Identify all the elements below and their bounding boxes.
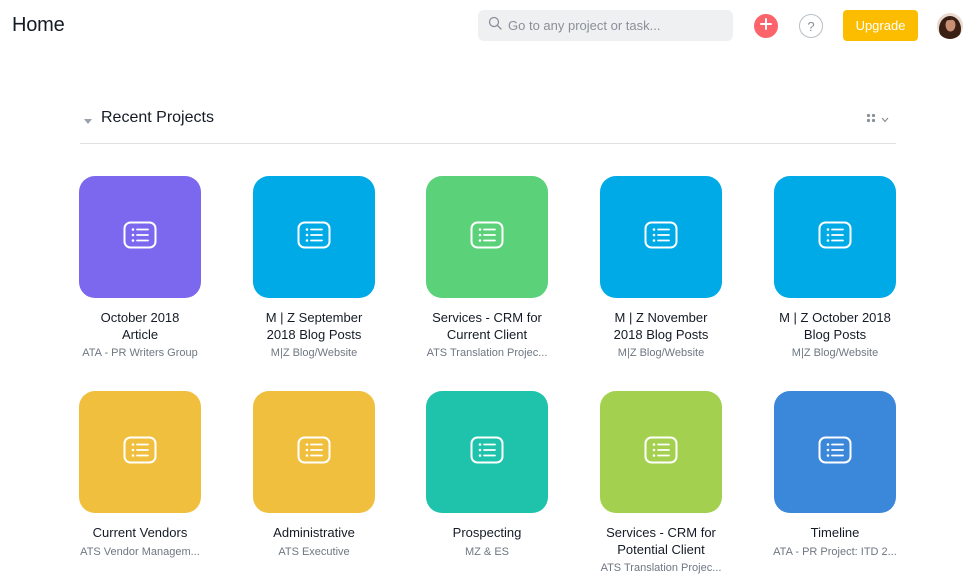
- project-name-line2[interactable]: 2018 Blog Posts: [234, 326, 394, 343]
- project-name[interactable]: Services - CRM for: [407, 309, 567, 326]
- help-icon: ?: [807, 18, 815, 34]
- project-name[interactable]: Current Vendors: [60, 524, 220, 541]
- quick-add-button[interactable]: [754, 14, 778, 38]
- project-team: MZ & ES: [464, 546, 509, 558]
- project-name-line2[interactable]: 2018 Blog Posts: [581, 326, 741, 343]
- project-name[interactable]: Services - CRM for: [581, 524, 741, 541]
- project-list-icon: [123, 221, 157, 254]
- top-bar: Home ? Upgrade: [0, 0, 974, 52]
- project-team: ATS Translation Projec...: [600, 562, 722, 574]
- plus-icon: [760, 17, 772, 35]
- project-name-line2[interactable]: Article: [60, 326, 220, 343]
- project-name[interactable]: October 2018: [60, 309, 220, 326]
- project-tile[interactable]: [600, 176, 722, 298]
- grid-icon: [866, 110, 876, 128]
- project-tile[interactable]: [774, 391, 896, 513]
- project-tile[interactable]: [426, 391, 548, 513]
- project-name[interactable]: M | Z November: [581, 309, 741, 326]
- search-icon: [488, 16, 508, 35]
- collapse-triangle-icon[interactable]: [82, 114, 94, 126]
- project-list-icon: [123, 436, 157, 469]
- project-list-icon: [470, 436, 504, 469]
- project-team: M|Z Blog/Website: [270, 347, 358, 359]
- section-title: Recent Projects: [101, 109, 214, 126]
- project-name-line2[interactable]: Blog Posts: [755, 326, 915, 343]
- project-list-icon: [644, 221, 678, 254]
- project-list-icon: [470, 221, 504, 254]
- project-name-line2[interactable]: Potential Client: [581, 541, 741, 558]
- project-tile[interactable]: [426, 176, 548, 298]
- project-name[interactable]: Timeline: [755, 524, 915, 541]
- project-name-line2[interactable]: Current Client: [407, 326, 567, 343]
- project-name[interactable]: Prospecting: [407, 524, 567, 541]
- project-tile[interactable]: [79, 391, 201, 513]
- project-tile[interactable]: [600, 391, 722, 513]
- project-tile[interactable]: [79, 176, 201, 298]
- search-bar[interactable]: [478, 10, 733, 41]
- avatar[interactable]: [937, 13, 963, 39]
- project-team: ATS Executive: [278, 546, 350, 558]
- project-tile[interactable]: [774, 176, 896, 298]
- project-name[interactable]: M | Z October 2018: [755, 309, 915, 326]
- project-team: ATS Translation Projec...: [426, 347, 548, 359]
- recent-projects-header: Recent Projects: [80, 104, 896, 144]
- upgrade-button[interactable]: Upgrade: [843, 10, 918, 41]
- project-team: ATA - PR Project: ITD 2...: [773, 546, 897, 558]
- help-button[interactable]: ?: [799, 14, 823, 38]
- project-tile[interactable]: [253, 176, 375, 298]
- search-input[interactable]: [508, 18, 708, 33]
- project-team: ATS Vendor Managem...: [80, 546, 200, 558]
- project-team: ATA - PR Writers Group: [82, 347, 198, 359]
- project-name[interactable]: Administrative: [234, 524, 394, 541]
- project-list-icon: [818, 221, 852, 254]
- project-tile[interactable]: [253, 391, 375, 513]
- page-title: Home: [12, 14, 65, 36]
- project-name[interactable]: M | Z September: [234, 309, 394, 326]
- project-team: M|Z Blog/Website: [617, 347, 705, 359]
- chevron-down-icon: [881, 110, 889, 128]
- project-list-icon: [644, 436, 678, 469]
- project-team: M|Z Blog/Website: [791, 347, 879, 359]
- project-list-icon: [297, 221, 331, 254]
- project-list-icon: [818, 436, 852, 469]
- project-list-icon: [297, 436, 331, 469]
- view-toggle-button[interactable]: [866, 112, 894, 126]
